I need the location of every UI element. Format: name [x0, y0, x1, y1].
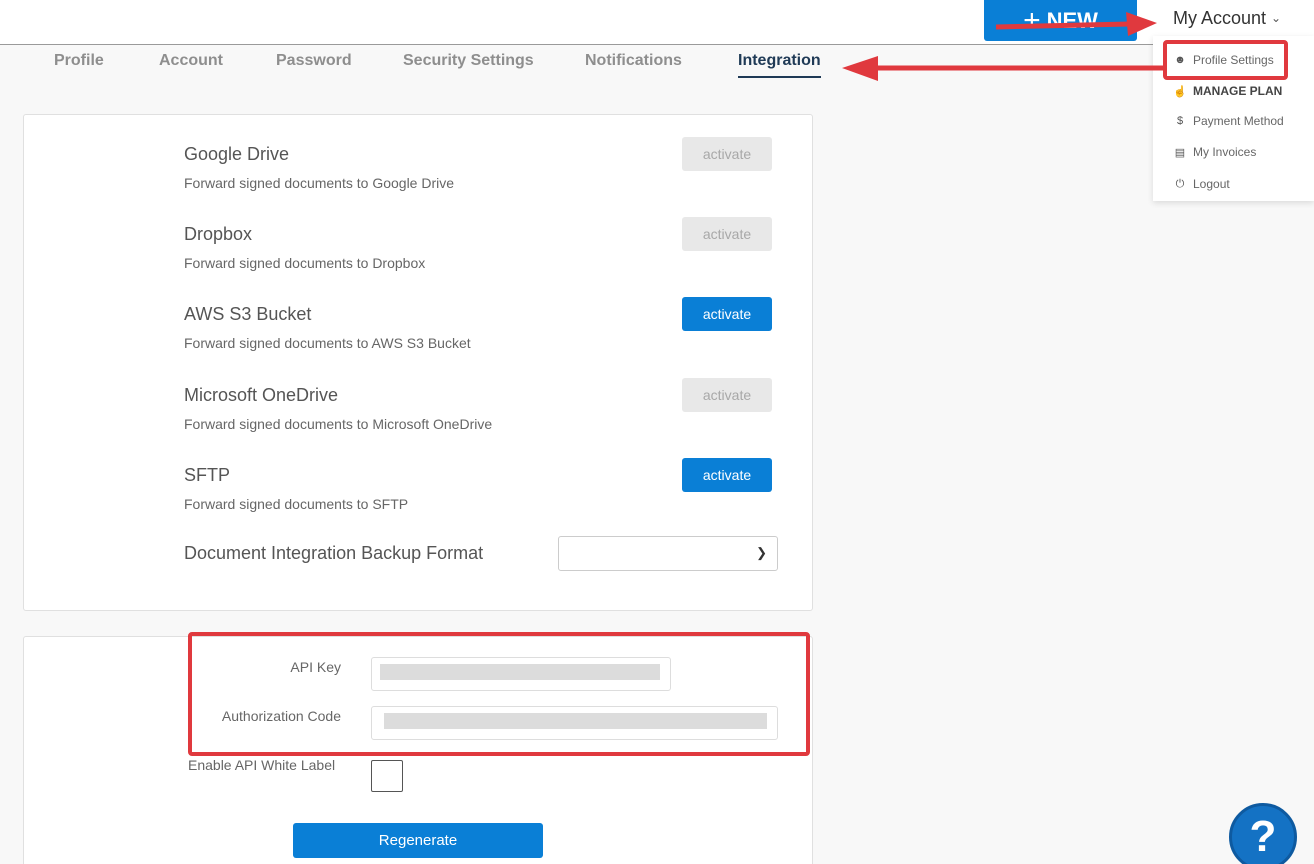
menu-item-label: Payment Method — [1193, 114, 1284, 128]
white-label-label: Enable API White Label — [188, 757, 336, 773]
integration-google-drive: Google Drive Forward signed documents to… — [184, 137, 774, 208]
tab-password[interactable]: Password — [276, 52, 403, 78]
backup-format-select[interactable]: ❯ — [558, 536, 778, 571]
tab-account[interactable]: Account — [159, 52, 276, 78]
integration-dropbox: Dropbox Forward signed documents to Drop… — [184, 217, 774, 288]
integration-aws-s3: AWS S3 Bucket Forward signed documents t… — [184, 297, 774, 368]
menu-item-my-invoices[interactable]: ▤ My Invoices — [1173, 142, 1257, 162]
menu-item-label: My Invoices — [1193, 145, 1257, 159]
chevron-down-icon: ⌄ — [1271, 11, 1282, 25]
integrations-panel: Google Drive Forward signed documents to… — [23, 114, 813, 611]
thumbs-up-icon: ☝ — [1173, 85, 1187, 98]
chevron-down-icon: ❯ — [756, 545, 767, 560]
menu-item-manage-plan[interactable]: ☝ MANAGE PLAN — [1173, 81, 1282, 101]
power-icon: ⏻ — [1175, 177, 1185, 190]
onedrive-activate-button[interactable]: activate — [682, 378, 772, 412]
new-button[interactable]: + NEW — [984, 0, 1137, 41]
integration-description: Forward signed documents to Microsoft On… — [184, 416, 493, 432]
integration-sftp: SFTP Forward signed documents to SFTP ac… — [184, 458, 774, 529]
tab-profile[interactable]: Profile — [54, 52, 159, 78]
tab-security-settings[interactable]: Security Settings — [403, 52, 585, 78]
menu-item-label: MANAGE PLAN — [1193, 84, 1283, 98]
menu-item-label: Logout — [1193, 177, 1230, 191]
profile-settings-highlight — [1163, 40, 1288, 80]
google-drive-activate-button[interactable]: activate — [682, 137, 772, 171]
help-icon[interactable]: ? — [1229, 803, 1297, 864]
integration-title: Dropbox — [184, 224, 253, 244]
integration-title: Google Drive — [184, 144, 290, 164]
regenerate-button[interactable]: Regenerate — [293, 823, 543, 858]
menu-item-logout[interactable]: ⏻ Logout — [1173, 174, 1230, 194]
tab-notifications[interactable]: Notifications — [585, 52, 738, 78]
arrow-to-integration-tab — [842, 56, 1163, 81]
aws-s3-activate-button[interactable]: activate — [682, 297, 772, 331]
sftp-activate-button[interactable]: activate — [682, 458, 772, 492]
tab-integration[interactable]: Integration — [738, 52, 821, 78]
backup-format-label: Document Integration Backup Format — [184, 543, 484, 563]
integration-description: Forward signed documents to AWS S3 Bucke… — [184, 335, 471, 351]
white-label-checkbox[interactable] — [371, 760, 403, 792]
invoice-icon: ▤ — [1174, 146, 1186, 159]
integration-description: Forward signed documents to Dropbox — [184, 255, 426, 271]
dollar-icon: $ — [1176, 115, 1184, 127]
integration-onedrive: Microsoft OneDrive Forward signed docume… — [184, 378, 774, 449]
integration-description: Forward signed documents to SFTP — [184, 496, 409, 512]
plus-icon: + — [1023, 3, 1041, 37]
integration-description: Forward signed documents to Google Drive — [184, 175, 455, 191]
integration-title: AWS S3 Bucket — [184, 304, 312, 324]
api-credentials-highlight — [188, 632, 810, 756]
dropbox-activate-button[interactable]: activate — [682, 217, 772, 251]
integration-title: SFTP — [184, 465, 231, 485]
my-account-label: My Account — [1173, 7, 1267, 28]
integration-title: Microsoft OneDrive — [184, 385, 339, 405]
menu-item-payment-method[interactable]: $ Payment Method — [1173, 111, 1284, 131]
new-button-label: NEW — [1046, 7, 1098, 33]
settings-tabs: Profile Account Password Security Settin… — [54, 52, 821, 78]
my-account-dropdown[interactable]: My Account ⌄ — [1153, 0, 1314, 36]
